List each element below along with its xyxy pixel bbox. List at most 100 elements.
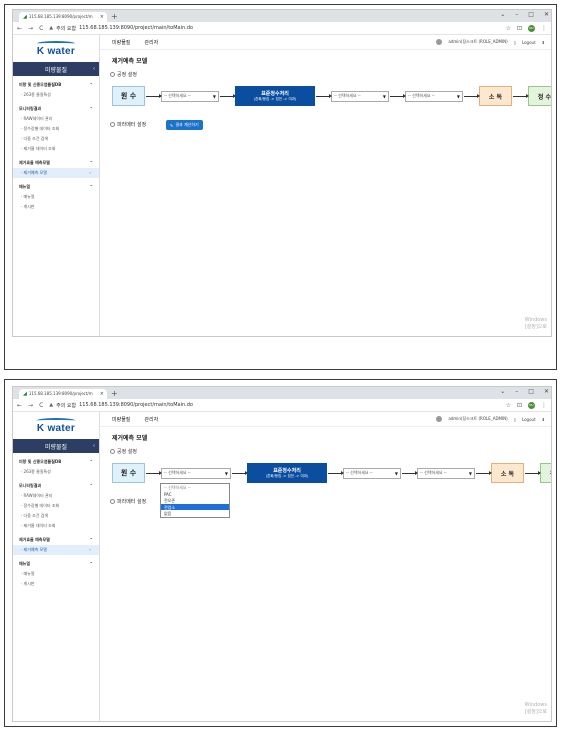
post-treatment-select[interactable]: -- 선택하세요 -- ▼ — [417, 467, 475, 479]
url-field[interactable]: ▲ 주의 요함 115.68.185.139:8090/project/main… — [49, 402, 499, 409]
tab-close-icon[interactable]: × — [100, 389, 104, 399]
close-window-button[interactable]: ✕ — [544, 11, 549, 18]
close-window-button[interactable]: ✕ — [544, 388, 549, 395]
sidebar-item[interactable]: · 263종 물질특성 — [13, 90, 99, 100]
browser-tab[interactable]: ◢ 115.68.185.139:8090/project/m × — [19, 389, 107, 399]
dropdown-option[interactable]: 없음 — [161, 510, 229, 517]
nav-group-title[interactable]: 모니터링결과 ⌃ — [13, 104, 99, 114]
sidebar-item[interactable]: · 다중 조건 검색 — [13, 134, 99, 144]
sidebar-item[interactable]: · 263종 물질특성 — [13, 467, 99, 477]
select-caret-icon: ▼ — [468, 470, 472, 476]
warning-icon: ▲ — [49, 402, 54, 408]
sidebar-item-active[interactable]: · 제거예측 모델 › — [13, 168, 99, 178]
sidebar-item[interactable]: · 정수장별 데이터 조회 — [13, 501, 99, 511]
flow-arrow — [146, 93, 162, 98]
topnav-item[interactable]: 관리자 — [144, 416, 158, 423]
reload-icon[interactable]: C — [39, 25, 43, 32]
forward-icon[interactable]: → — [28, 25, 33, 32]
new-tab-button[interactable]: + — [111, 389, 118, 399]
topnav-item[interactable]: 관리자 — [144, 39, 158, 46]
pre-treatment-select[interactable]: -- 선택하세요 -- ▼ — [161, 467, 231, 479]
profile-avatar[interactable]: NU — [528, 401, 535, 409]
nav-group-title[interactable]: 매뉴얼 ⌃ — [13, 559, 99, 569]
tab-search-icon[interactable]: ⌄ — [500, 11, 505, 18]
browser-tab[interactable]: ◢ 115.68.185.139:8090/project/m × — [19, 12, 107, 22]
sidebar-item-active[interactable]: · 제거예측 모델 › — [13, 545, 99, 555]
nav-group-title[interactable]: 미량 및 신종오염물질DB ⌃ — [13, 457, 99, 467]
sidebar-menu-title[interactable]: 미량물질 ‹ — [13, 439, 99, 453]
sidebar-item[interactable]: · 정수장별 데이터 조회 — [13, 124, 99, 134]
page-title: 제거예측 모델 — [112, 58, 148, 65]
param-setting-label: 파라메터 설정 — [117, 122, 147, 128]
radio-icon[interactable] — [110, 72, 115, 77]
url-warning-text: 주의 요함 — [56, 25, 77, 32]
back-icon[interactable]: ← — [17, 25, 22, 32]
star-icon[interactable]: ☆ — [506, 402, 511, 409]
minimize-button[interactable]: – — [515, 388, 518, 395]
collapse-icon[interactable]: ‹ — [93, 443, 95, 449]
advanced-treatment-select[interactable]: -- 선택하세요 -- ▼ — [331, 90, 389, 102]
param-setting-radio[interactable]: 파라메터 설정 — [110, 121, 146, 128]
chevron-right-icon: › — [89, 170, 91, 175]
sidebar-item[interactable]: · 게시판 — [13, 202, 99, 212]
advanced-treatment-select[interactable]: -- 선택하세요 -- ▼ — [343, 467, 401, 479]
logout-icon[interactable]: ▯ — [514, 417, 516, 422]
process-setting-radio[interactable]: 공정 설정 — [110, 448, 137, 455]
back-icon[interactable]: ← — [17, 402, 22, 409]
kwater-logo[interactable]: K water — [13, 412, 99, 439]
radio-icon[interactable] — [110, 499, 115, 504]
sidebar-item[interactable]: · 게시판 — [13, 579, 99, 589]
profile-avatar[interactable]: NU — [528, 24, 535, 32]
collapse-icon[interactable]: ‹ — [93, 66, 95, 72]
pre-treatment-select[interactable]: -- 선택하세요 -- ▼ — [161, 90, 219, 102]
forward-icon[interactable]: → — [28, 402, 33, 409]
sidebar-item[interactable]: · 매뉴얼 — [13, 192, 99, 202]
topnav-item[interactable]: 미량물질 — [112, 416, 130, 423]
maximize-button[interactable]: □ — [528, 388, 534, 395]
more-icon[interactable]: ⋮ — [541, 402, 547, 409]
minimize-button[interactable]: – — [515, 11, 518, 18]
radio-icon[interactable] — [110, 122, 115, 127]
reload-icon[interactable]: C — [39, 402, 43, 409]
radio-icon[interactable] — [110, 449, 115, 454]
select-caret-icon: ▼ — [224, 470, 228, 476]
nav-group-title[interactable]: 매뉴얼 ⌃ — [13, 182, 99, 192]
sidebar-menu-title[interactable]: 미량물질 ‹ — [13, 62, 99, 76]
nav-group-title[interactable]: 미량 및 신종오염물질DB ⌃ — [13, 80, 99, 90]
star-icon[interactable]: ☆ — [506, 25, 511, 32]
sidebar-item[interactable]: · RAW데이터 관리 — [13, 114, 99, 124]
sidebar-item[interactable]: · 매뉴얼 — [13, 569, 99, 579]
url-text: 115.68.185.139:8090/project/main/toMain.… — [79, 25, 193, 31]
calculate-button[interactable]: ✎ 결과 계산하기 — [166, 120, 203, 130]
maximize-button[interactable]: □ — [528, 11, 534, 18]
topnav-item[interactable]: 미량물질 — [112, 39, 130, 46]
sidebar-item[interactable]: · 다중 조건 검색 — [13, 511, 99, 521]
browser-window-2: ◢ 115.68.185.139:8090/project/m × + ⌄ – … — [12, 386, 552, 722]
new-tab-button[interactable]: + — [111, 12, 118, 22]
sidebar-menu-title-text: 미량물질 — [44, 66, 68, 74]
sidebar-item[interactable]: · 제거율 데이터 조회 — [13, 144, 99, 154]
logout-link[interactable]: Logout — [522, 40, 536, 45]
warning-icon: ▲ — [49, 25, 54, 31]
sidebar-item[interactable]: · RAW데이터 관리 — [13, 491, 99, 501]
process-setting-radio[interactable]: 공정 설정 — [110, 71, 137, 78]
param-setting-radio[interactable]: 파라메터 설정 — [110, 498, 146, 505]
nav-group-title[interactable]: 제거효율 예측모델 ⌃ — [13, 158, 99, 168]
post-treatment-select[interactable]: -- 선택하세요 -- ▼ — [405, 90, 463, 102]
dropdown-caret-icon[interactable]: ⬍ — [542, 40, 545, 45]
logout-link[interactable]: Logout — [522, 417, 536, 422]
extensions-icon[interactable]: ⊡ — [517, 25, 522, 32]
nav-group-title[interactable]: 제거효율 예측모델 ⌃ — [13, 535, 99, 545]
dropdown-caret-icon[interactable]: ⬍ — [542, 417, 545, 422]
nav-group-title[interactable]: 모니터링결과 ⌃ — [13, 481, 99, 491]
more-icon[interactable]: ⋮ — [541, 25, 547, 32]
url-field[interactable]: ▲ 주의 요함 115.68.185.139:8090/project/main… — [49, 25, 499, 32]
tab-close-icon[interactable]: × — [100, 12, 104, 22]
flow-arrow — [232, 470, 248, 475]
logout-icon[interactable]: ▯ — [514, 40, 516, 45]
tab-search-icon[interactable]: ⌄ — [500, 388, 505, 395]
flow-arrow — [146, 470, 162, 475]
sidebar-item[interactable]: · 제거율 데이터 조회 — [13, 521, 99, 531]
kwater-logo[interactable]: K water — [13, 35, 99, 62]
extensions-icon[interactable]: ⊡ — [517, 402, 522, 409]
